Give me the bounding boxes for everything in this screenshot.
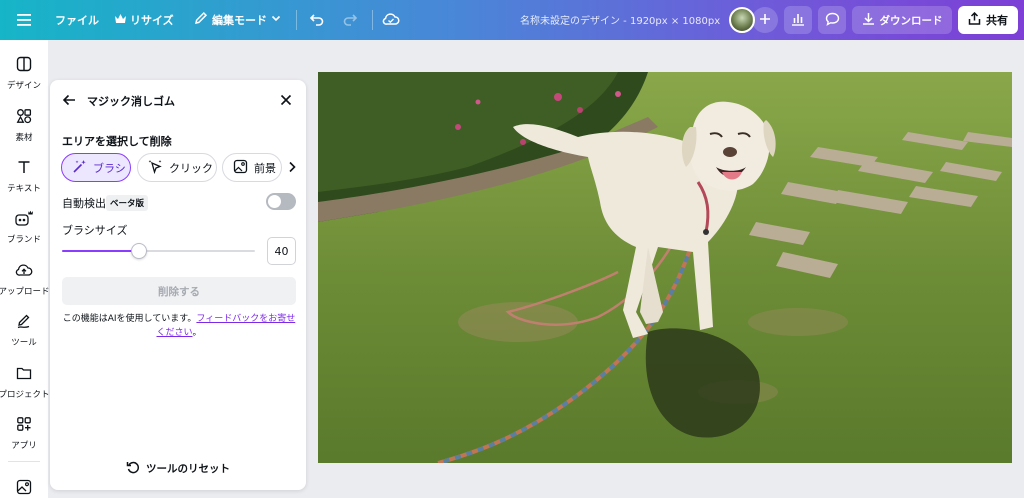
undo-icon[interactable] [309,11,325,27]
mode-foreground-button[interactable]: 前景 [222,153,282,182]
upload-icon [15,262,33,281]
design-canvas[interactable] [318,72,1012,463]
erase-button[interactable]: 削除する [62,277,296,305]
brush-size-slider[interactable] [62,243,255,259]
toggle-knob [268,195,281,208]
tools-icon [16,313,32,332]
elements-icon [16,108,32,127]
projects-icon [16,365,32,384]
mode-click-label: クリック [169,161,213,175]
cloud-save-icon[interactable] [382,11,400,27]
sidebar-item-apps[interactable]: アプリ [0,416,48,451]
mode-click-button[interactable]: クリック [137,153,217,182]
mode-brush-button[interactable]: ブラシ [61,153,131,182]
beta-badge: ベータ版 [106,195,149,211]
sidebar-item-label: テキスト [7,184,41,194]
sidebar-item-text[interactable]: テキスト [0,159,48,194]
comments-button[interactable] [818,6,846,34]
magic-cursor-icon [148,159,163,177]
resize-button[interactable]: リサイズ [115,12,174,28]
file-menu[interactable]: ファイル [55,12,99,28]
sidebar-item-photos[interactable] [0,479,48,498]
sidebar-item-label: プロジェクト [0,390,50,400]
download-icon [862,12,875,28]
crown-icon [115,13,126,27]
text-icon [16,159,32,178]
sidebar-item-label: アップロード [0,287,50,297]
sidebar-item-design[interactable]: デザイン [0,56,48,91]
add-collaborator-button[interactable] [752,7,778,33]
redo-icon[interactable] [342,11,358,27]
download-button[interactable]: ダウンロード [852,6,952,34]
ai-notice-suffix: 。 [192,328,202,338]
brush-size-label: ブラシサイズ [62,224,128,237]
brush-size-input[interactable]: 40 [267,237,296,265]
sidebar-item-elements[interactable]: 素材 [0,108,48,143]
dog-photo [318,72,1012,463]
panel-title: マジック消しゴム [87,95,175,108]
sidebar-item-brand[interactable]: ブランド [0,210,48,245]
reset-tool-button[interactable]: ツールのリセット [50,460,306,477]
chevron-right-icon[interactable] [287,161,297,176]
sidebar-item-label: ツール [11,338,37,348]
reset-label: ツールのリセット [146,463,230,475]
auto-detect-toggle[interactable] [266,193,296,210]
ai-notice-text: この機能はAIを使用しています。 [62,314,197,324]
slider-thumb[interactable] [131,243,147,259]
plus-icon [759,13,771,28]
top-bar: ファイル リサイズ 編集モード 名称未設定のデザイン - 1920px × 10… [0,0,1024,40]
resize-label: リサイズ [130,14,174,27]
auto-detect-label: 自動検出 [62,197,106,210]
ai-notice: この機能はAIを使用しています。フィードバックをお寄せください。 [62,312,296,340]
mode-brush-label: ブラシ [93,161,126,175]
insights-button[interactable] [784,6,812,34]
share-button[interactable]: 共有 [958,6,1018,34]
foreground-icon [233,159,248,177]
sidebar-item-label: デザイン [6,81,41,91]
bar-chart-icon [791,12,805,29]
magic-eraser-panel: マジック消しゴム エリアを選択して削除 ブラシ クリック 前景 自動検出 ベータ… [50,80,306,490]
apps-icon [16,416,32,435]
edit-mode-dropdown[interactable]: 編集モード [194,11,281,28]
comment-icon [825,12,840,29]
slider-fill [62,250,139,252]
menu-icon[interactable] [16,12,32,28]
magic-brush-icon [72,159,87,177]
share-icon [968,11,981,28]
sidebar: デザイン 素材 テキスト ブランド アップロード ツール プロジェクト アプリ [0,40,50,498]
document-title[interactable]: 名称未設定のデザイン - 1920px × 1080px [520,12,720,27]
edit-mode-label: 編集モード [212,13,267,27]
back-arrow-icon[interactable] [62,93,76,110]
image-icon [16,479,32,498]
sidebar-item-label: アプリ [11,441,37,451]
download-label: ダウンロード [879,14,943,27]
chevron-down-icon [271,13,281,26]
sidebar-item-upload[interactable]: アップロード [0,262,50,297]
section-title: エリアを選択して削除 [62,135,172,148]
close-icon[interactable] [279,93,293,110]
file-menu-label: ファイル [55,14,99,27]
sidebar-item-label: ブランド [6,235,41,245]
brand-icon [14,210,34,229]
sidebar-item-tools[interactable]: ツール [0,313,48,348]
design-icon [16,56,32,75]
divider [8,461,40,462]
divider [372,10,373,30]
reset-icon [126,460,140,477]
sidebar-item-label: 素材 [15,133,33,143]
divider [296,10,297,30]
pencil-icon [194,11,208,28]
sidebar-item-projects[interactable]: プロジェクト [0,365,50,400]
mode-foreground-label: 前景 [254,161,276,175]
share-label: 共有 [986,14,1008,27]
